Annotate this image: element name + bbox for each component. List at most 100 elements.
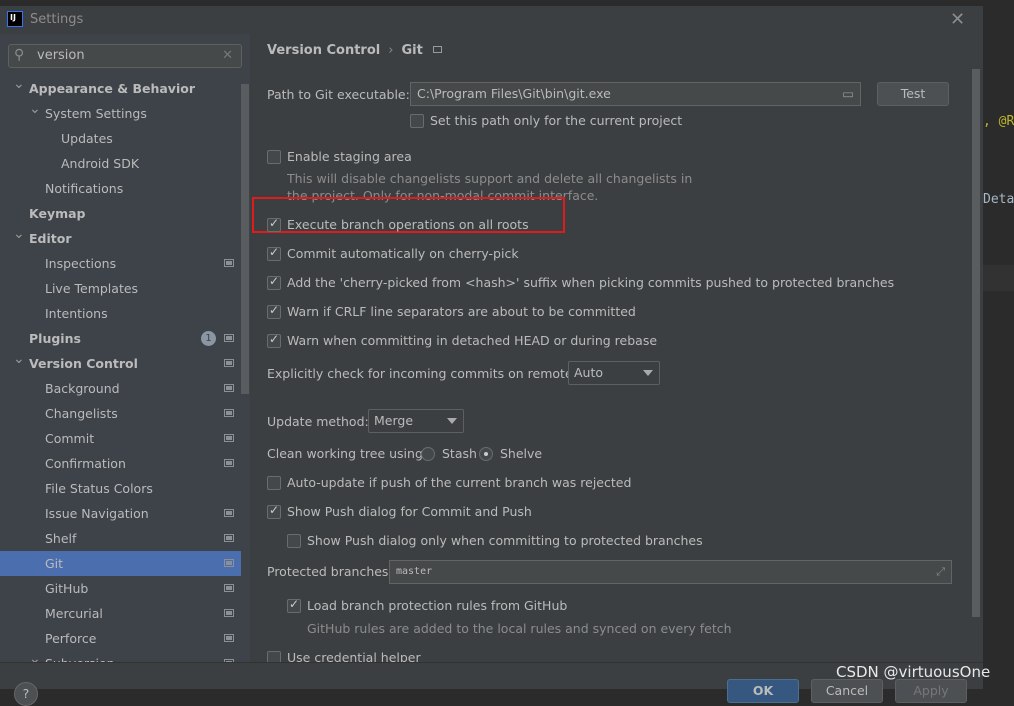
sidebar-item-live-templates[interactable]: Live Templates xyxy=(0,276,241,301)
chevron-down-icon[interactable]: ⌄ xyxy=(29,97,41,122)
sidebar-item-label: Background xyxy=(45,381,120,396)
protected-branches-input[interactable]: master ⤢ xyxy=(389,560,952,584)
stash-radio[interactable] xyxy=(421,447,435,461)
load-rules-checkbox[interactable] xyxy=(287,597,301,613)
incoming-label: Explicitly check for incoming commits on… xyxy=(267,366,584,381)
sidebar-item-subversion[interactable]: ⌄Subversion xyxy=(0,651,241,662)
close-icon[interactable]: ✕ xyxy=(950,9,965,30)
sidebar-item-label: Confirmation xyxy=(45,456,126,471)
clear-search-icon[interactable]: ✕ xyxy=(222,48,233,63)
sidebar-item-inspections[interactable]: Inspections xyxy=(0,251,241,276)
sidebar-item-git[interactable]: Git xyxy=(0,551,241,576)
sidebar-item-label: Perforce xyxy=(45,631,97,646)
show-push-protected-checkbox[interactable] xyxy=(287,534,301,548)
project-scope-icon xyxy=(224,534,234,542)
update-method-value: Merge xyxy=(374,413,414,428)
sidebar-item-label: Commit xyxy=(45,431,95,446)
sidebar-item-label: Android SDK xyxy=(61,156,140,171)
panel-scrollbar[interactable] xyxy=(972,69,980,617)
cherry-suffix-checkbox[interactable] xyxy=(267,274,281,290)
sidebar-item-confirmation[interactable]: Confirmation xyxy=(0,451,241,476)
clean-tree-label: Clean working tree using: xyxy=(267,446,428,461)
auto-update-label: Auto-update if push of the current branc… xyxy=(287,475,632,490)
project-scope-icon xyxy=(224,509,234,517)
project-scope-icon xyxy=(224,409,234,417)
git-settings-panel: Version Control › Git Path to Git executab… xyxy=(250,34,983,662)
folder-icon[interactable]: ▭ xyxy=(842,83,854,105)
sidebar-item-file-status-colors[interactable]: File Status Colors xyxy=(0,476,241,501)
test-button[interactable]: Test xyxy=(877,82,949,106)
sidebar-item-intentions[interactable]: Intentions xyxy=(0,301,241,326)
cancel-button[interactable]: Cancel xyxy=(811,679,883,703)
commit-cherry-pick-label: Commit automatically on cherry-pick xyxy=(287,246,519,261)
credential-helper-checkbox[interactable] xyxy=(267,651,281,662)
sidebar-item-keymap[interactable]: Keymap xyxy=(0,201,241,226)
set-path-project-checkbox[interactable] xyxy=(410,114,424,128)
project-scope-icon xyxy=(224,609,234,617)
warn-detached-label: Warn when committing in detached HEAD or… xyxy=(287,333,658,348)
sidebar-item-android-sdk[interactable]: Android SDK xyxy=(0,151,241,176)
shelve-label: Shelve xyxy=(500,446,543,461)
chevron-down-icon[interactable]: ⌄ xyxy=(13,72,25,97)
sidebar-item-label: Intentions xyxy=(45,306,108,321)
sidebar-item-shelf[interactable]: Shelf xyxy=(0,526,241,551)
window-title: Settings xyxy=(30,12,84,27)
protected-branches-value: master xyxy=(396,566,433,577)
warn-crlf-checkbox[interactable] xyxy=(267,303,281,319)
sidebar-item-editor[interactable]: ⌄ Editor xyxy=(0,226,241,251)
sidebar-item-label: Version Control xyxy=(29,356,138,371)
sidebar-item-notifications[interactable]: Notifications xyxy=(0,176,241,201)
project-scope-icon xyxy=(224,459,234,467)
warn-detached-checkbox[interactable] xyxy=(267,332,281,348)
breadcrumb-parent[interactable]: Version Control xyxy=(267,43,380,58)
sidebar-item-system-settings[interactable]: ⌄ System Settings xyxy=(0,101,241,126)
chevron-down-icon[interactable]: ⌄ xyxy=(13,222,25,247)
sidebar-item-label: Appearance & Behavior xyxy=(29,81,195,96)
enable-staging-checkbox[interactable] xyxy=(267,150,281,164)
sidebar-item-mercurial[interactable]: Mercurial xyxy=(0,601,241,626)
sidebar-item-plugins[interactable]: Plugins 1 xyxy=(0,326,241,351)
execute-all-roots-checkbox[interactable] xyxy=(267,216,281,232)
warn-crlf-label: Warn if CRLF line separators are about t… xyxy=(287,304,636,319)
settings-tree: ⌄ Appearance & Behavior ⌄ System Settings Up… xyxy=(0,76,241,662)
search-box[interactable]: ⚲ ✕ xyxy=(8,44,242,68)
chevron-down-icon[interactable]: ⌄ xyxy=(29,647,41,662)
project-scope-icon xyxy=(224,334,234,342)
sidebar-item-label: Plugins xyxy=(29,331,81,346)
apply-button[interactable]: Apply xyxy=(895,679,967,703)
editor-line-highlight xyxy=(983,265,1014,291)
sidebar-item-commit[interactable]: Commit xyxy=(0,426,241,451)
sidebar-item-updates[interactable]: Updates xyxy=(0,126,241,151)
sidebar-scrollbar[interactable] xyxy=(241,84,249,394)
update-method-dropdown[interactable]: Merge xyxy=(368,409,464,433)
title-bar: IJ Settings ✕ xyxy=(0,6,983,34)
show-push-checkbox[interactable] xyxy=(267,503,281,519)
staging-hint: This will disable changelists support an… xyxy=(287,171,693,186)
expand-icon[interactable]: ⤢ xyxy=(936,561,945,583)
project-scope-icon xyxy=(432,46,442,53)
incoming-commits-dropdown[interactable]: Auto xyxy=(568,361,660,385)
project-scope-icon xyxy=(224,634,234,642)
incoming-value: Auto xyxy=(574,365,604,380)
chevron-down-icon[interactable]: ⌄ xyxy=(13,347,25,372)
sidebar-item-label: Updates xyxy=(61,131,113,146)
auto-update-checkbox[interactable] xyxy=(267,476,281,490)
project-scope-icon xyxy=(224,584,234,592)
shelve-radio[interactable] xyxy=(479,447,493,461)
breadcrumb-separator-icon: › xyxy=(388,43,394,58)
sidebar-item-version-control[interactable]: ⌄ Version Control xyxy=(0,351,241,376)
help-button[interactable]: ? xyxy=(14,682,38,706)
sidebar-item-issue-navigation[interactable]: Issue Navigation xyxy=(0,501,241,526)
ok-button[interactable]: OK xyxy=(727,679,799,703)
sidebar-item-changelists[interactable]: Changelists xyxy=(0,401,241,426)
sidebar-item-label: Live Templates xyxy=(45,281,139,296)
sidebar-item-background[interactable]: Background xyxy=(0,376,241,401)
commit-cherry-pick-checkbox[interactable] xyxy=(267,245,281,261)
search-input[interactable] xyxy=(37,48,217,63)
git-path-input[interactable]: C:\Program Files\Git\bin\git.exe ▭ xyxy=(410,82,861,106)
chevron-down-icon xyxy=(447,418,457,424)
sidebar-item-github[interactable]: GitHub xyxy=(0,576,241,601)
breadcrumb: Version Control › Git xyxy=(267,43,442,58)
update-method-label: Update method: xyxy=(267,414,369,429)
show-push-protected-label: Show Push dialog only when committing to… xyxy=(307,533,703,548)
